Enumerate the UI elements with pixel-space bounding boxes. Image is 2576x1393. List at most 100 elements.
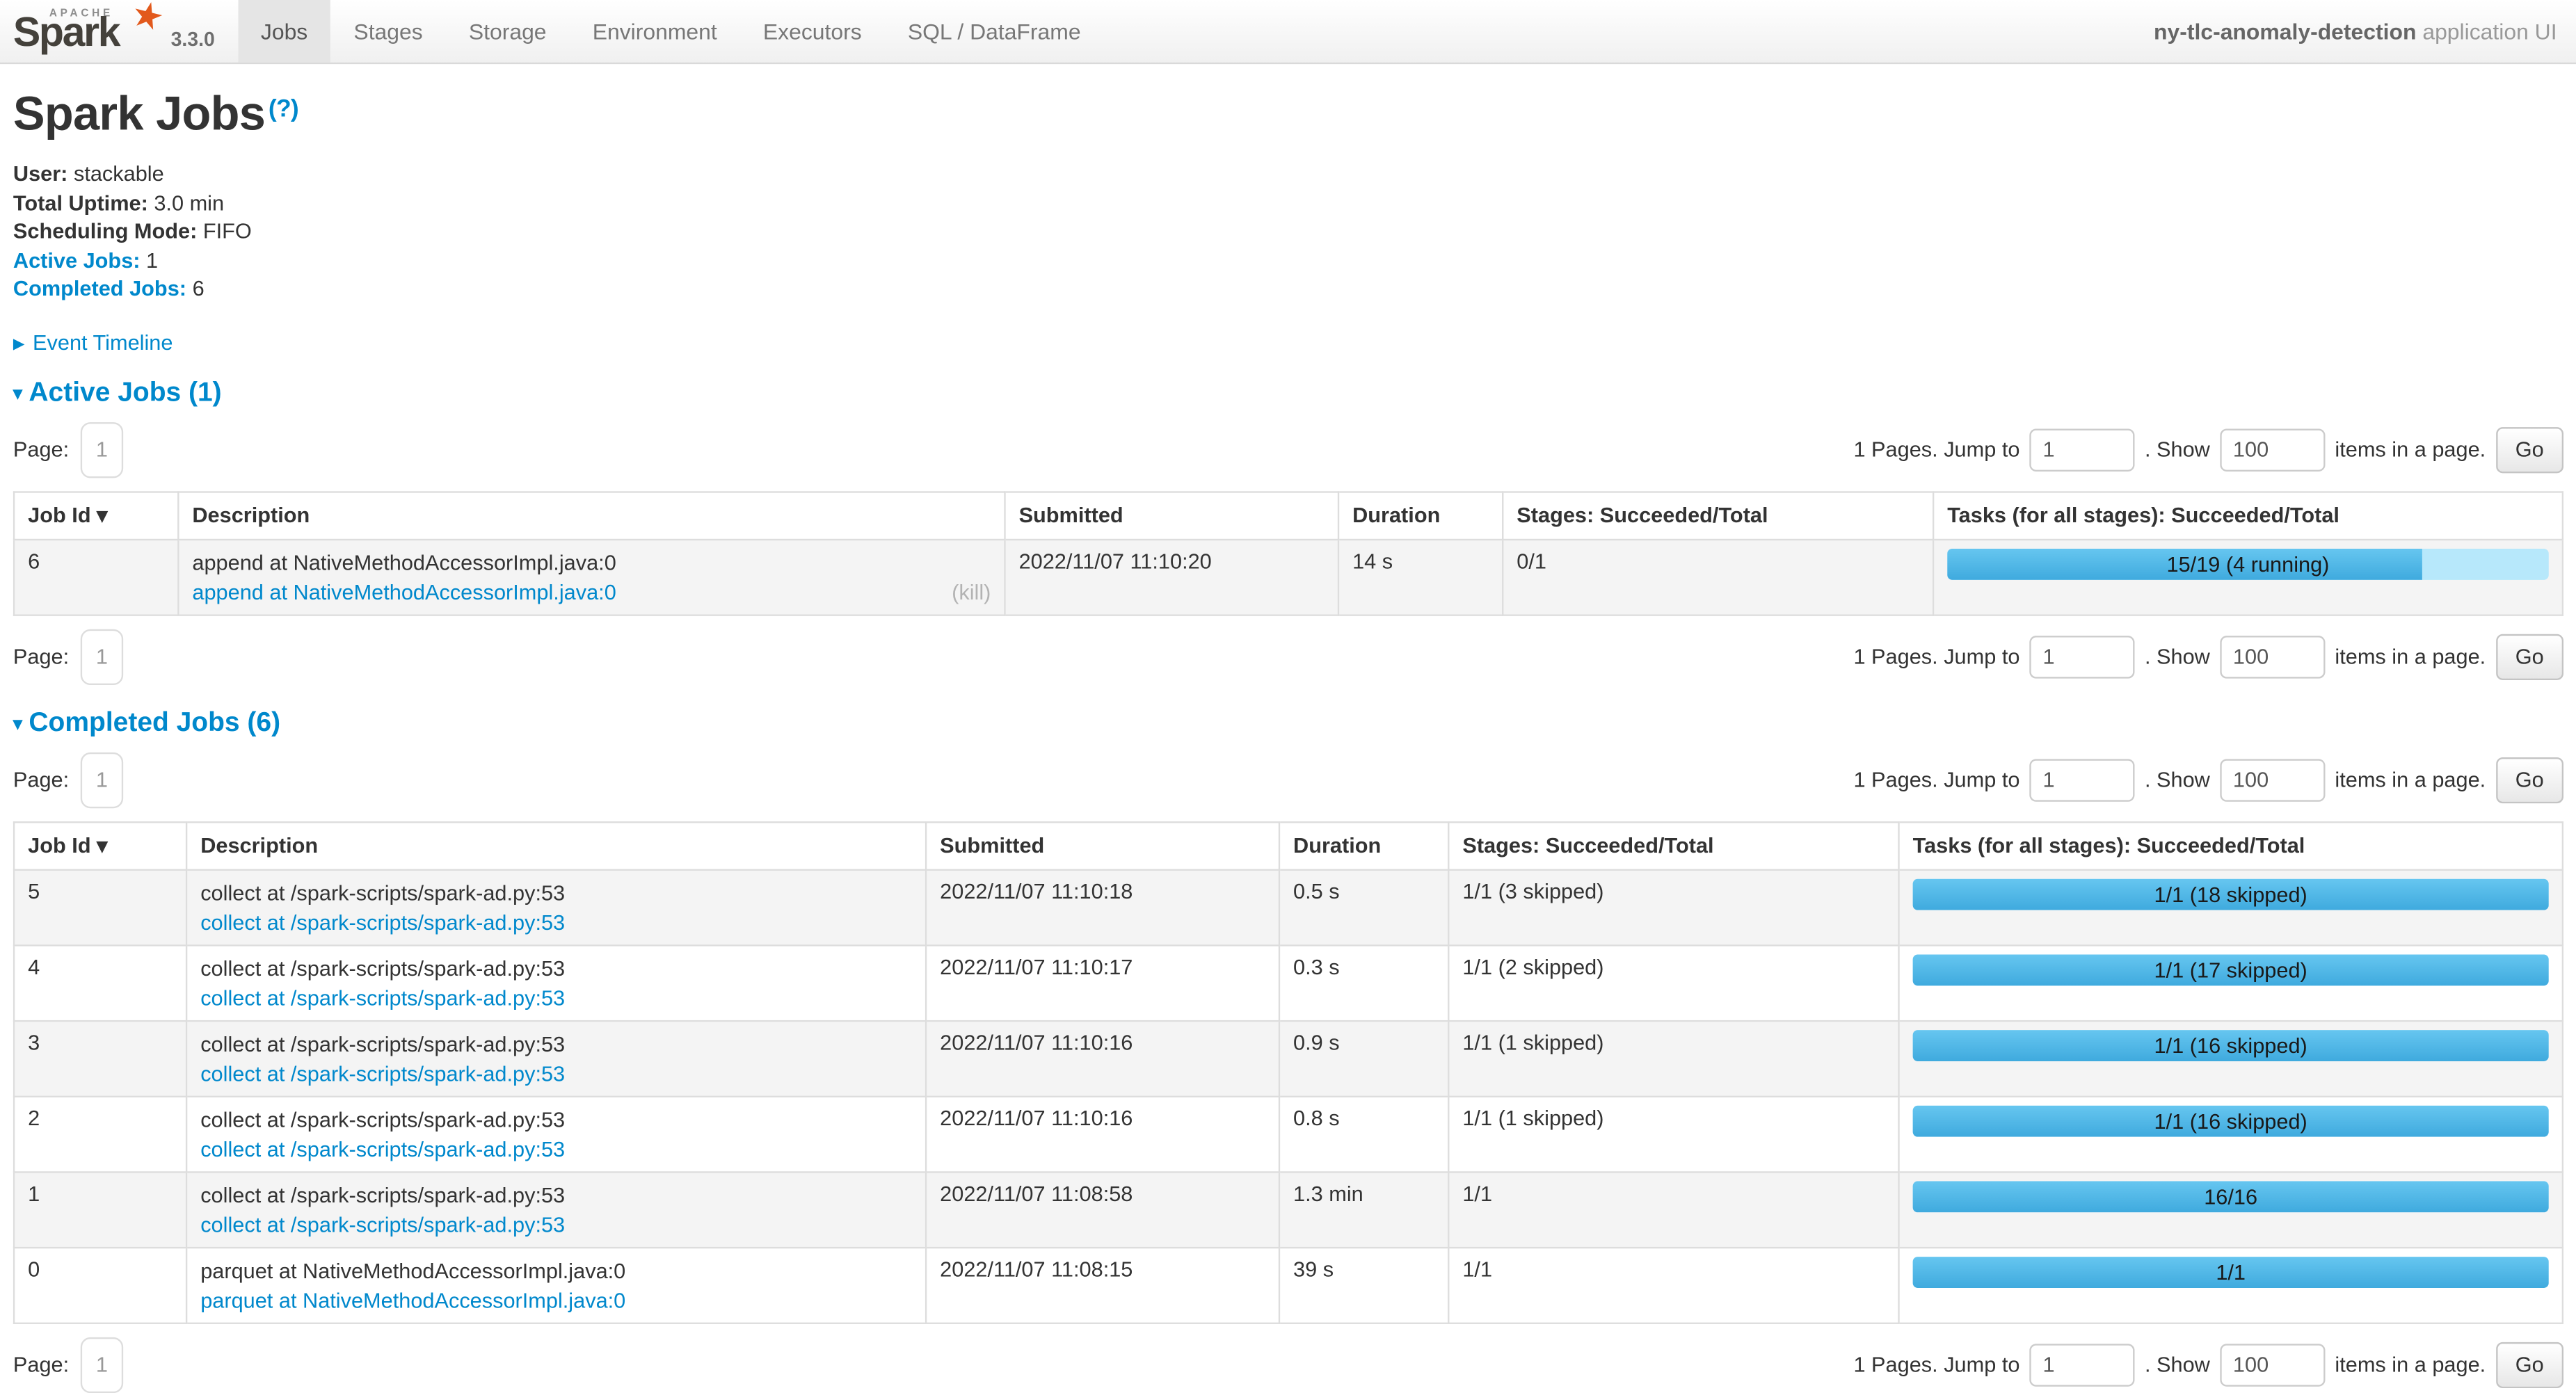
- active-jobs-table: Job Id ▾DescriptionSubmittedDurationStag…: [13, 491, 2563, 616]
- job-description-link[interactable]: parquet at NativeMethodAccessorImpl.java…: [200, 1287, 625, 1314]
- progress-label: 1/1: [1913, 1257, 2549, 1288]
- job-description-text: collect at /spark-scripts/spark-ad.py:53: [200, 954, 912, 982]
- column-header-5[interactable]: Tasks (for all stages): Succeeded/Total: [1933, 492, 2563, 540]
- duration-cell: 0.9 s: [1279, 1021, 1448, 1097]
- job-description-links: collect at /spark-scripts/spark-ad.py:53: [200, 984, 912, 1012]
- pages-count-label: 1 Pages. Jump to: [1853, 645, 2019, 669]
- progress-label: 16/16: [1913, 1181, 2549, 1212]
- summary-item: User: stackable: [13, 159, 2563, 188]
- go-button[interactable]: Go: [2495, 427, 2563, 473]
- task-progress-bar: 1/1 (16 skipped): [1913, 1106, 2549, 1137]
- column-header-2[interactable]: Submitted: [926, 822, 1279, 870]
- pager-controls: 1 Pages. Jump to . Show items in a page.…: [1853, 427, 2563, 473]
- items-per-page-input[interactable]: [2220, 759, 2325, 801]
- go-button[interactable]: Go: [2495, 634, 2563, 680]
- page-number-box[interactable]: 1: [81, 422, 123, 478]
- column-header-5[interactable]: Tasks (for all stages): Succeeded/Total: [1899, 822, 2563, 870]
- column-header-3[interactable]: Duration: [1338, 492, 1503, 540]
- column-header-0[interactable]: Job Id ▾: [14, 822, 186, 870]
- page-number-box[interactable]: 1: [81, 752, 123, 808]
- task-progress-bar: 1/1: [1913, 1257, 2549, 1288]
- job-description-link[interactable]: collect at /spark-scripts/spark-ad.py:53: [200, 984, 565, 1012]
- application-title: ny-tlc-anomaly-detection application UI: [2154, 0, 2576, 63]
- pager-left: Page: 1: [13, 752, 123, 808]
- job-description-link[interactable]: append at NativeMethodAccessorImpl.java:…: [192, 578, 616, 606]
- jump-to-page-input[interactable]: [2030, 1344, 2135, 1386]
- column-header-1[interactable]: Description: [178, 492, 1005, 540]
- stages-cell: 1/1: [1448, 1172, 1898, 1248]
- summary-list: User: stackableTotal Uptime: 3.0 minSche…: [13, 159, 2563, 304]
- column-header-2[interactable]: Submitted: [1005, 492, 1338, 540]
- column-header-3[interactable]: Duration: [1279, 822, 1448, 870]
- table-row: 6append at NativeMethodAccessorImpl.java…: [14, 540, 2563, 615]
- job-description-link[interactable]: collect at /spark-scripts/spark-ad.py:53: [200, 1211, 565, 1239]
- pager-controls: 1 Pages. Jump to . Show items in a page.…: [1853, 634, 2563, 680]
- progress-label: 1/1 (16 skipped): [1913, 1030, 2549, 1061]
- tasks-cell: 1/1 (17 skipped): [1899, 945, 2563, 1021]
- job-id-cell: 3: [14, 1021, 186, 1097]
- summary-label[interactable]: Completed Jobs:: [13, 277, 186, 301]
- column-header-1[interactable]: Description: [186, 822, 926, 870]
- job-description-link[interactable]: collect at /spark-scripts/spark-ad.py:53: [200, 1135, 565, 1163]
- tasks-cell: 1/1: [1899, 1248, 2563, 1323]
- help-link[interactable]: (?): [269, 95, 298, 123]
- column-header-0[interactable]: Job Id ▾: [14, 492, 178, 540]
- page-number-box[interactable]: 1: [81, 1337, 123, 1393]
- submitted-cell: 2022/11/07 11:10:16: [926, 1021, 1279, 1097]
- tab-jobs[interactable]: Jobs: [238, 0, 331, 63]
- jump-to-page-input[interactable]: [2030, 636, 2135, 678]
- spark-logo[interactable]: APACHE Spark ★ 3.3.0: [0, 0, 225, 63]
- job-id-cell: 1: [14, 1172, 186, 1248]
- job-description-links: collect at /spark-scripts/spark-ad.py:53: [200, 1135, 912, 1163]
- tab-executors[interactable]: Executors: [740, 0, 885, 63]
- kill-link[interactable]: (kill): [952, 578, 991, 606]
- show-label: . Show: [2145, 645, 2210, 669]
- event-timeline-toggle[interactable]: ▶Event Timeline: [13, 330, 2563, 355]
- go-button[interactable]: Go: [2495, 757, 2563, 803]
- active-jobs-section-header[interactable]: ▾Active Jobs (1): [13, 378, 2563, 409]
- summary-value: stackable: [67, 161, 163, 185]
- page-label: Page:: [13, 645, 69, 669]
- task-progress-bar: 15/19 (4 running): [1947, 549, 2549, 580]
- duration-cell: 14 s: [1338, 540, 1503, 615]
- active-jobs-pager-top: Page: 1 1 Pages. Jump to . Show items in…: [13, 422, 2563, 478]
- column-header-4[interactable]: Stages: Succeeded/Total: [1503, 492, 1933, 540]
- job-id-cell: 0: [14, 1248, 186, 1323]
- completed-jobs-section-header[interactable]: ▾Completed Jobs (6): [13, 708, 2563, 739]
- items-per-page-input[interactable]: [2220, 428, 2325, 471]
- duration-cell: 0.3 s: [1279, 945, 1448, 1021]
- job-description-link[interactable]: collect at /spark-scripts/spark-ad.py:53: [200, 1060, 565, 1088]
- tab-stages[interactable]: Stages: [330, 0, 445, 63]
- job-id-cell: 2: [14, 1097, 186, 1173]
- task-progress-bar: 16/16: [1913, 1181, 2549, 1212]
- completed-jobs-header-label: Completed Jobs (6): [29, 708, 280, 738]
- job-description-links: parquet at NativeMethodAccessorImpl.java…: [200, 1287, 912, 1314]
- job-description-text: parquet at NativeMethodAccessorImpl.java…: [200, 1257, 912, 1285]
- tasks-cell: 1/1 (16 skipped): [1899, 1021, 2563, 1097]
- job-description-link[interactable]: collect at /spark-scripts/spark-ad.py:53: [200, 908, 565, 936]
- chevron-right-icon: ▶: [13, 335, 24, 352]
- job-description-cell: collect at /spark-scripts/spark-ad.py:53…: [186, 1097, 926, 1173]
- submitted-cell: 2022/11/07 11:10:17: [926, 945, 1279, 1021]
- pager-left: Page: 1: [13, 1337, 123, 1393]
- go-button[interactable]: Go: [2495, 1342, 2563, 1388]
- items-in-page-label: items in a page.: [2335, 768, 2486, 792]
- items-per-page-input[interactable]: [2220, 1344, 2325, 1386]
- spark-ui-page: APACHE Spark ★ 3.3.0 JobsStagesStorageEn…: [0, 0, 2576, 1348]
- jump-to-page-input[interactable]: [2030, 428, 2135, 471]
- submitted-cell: 2022/11/07 11:10:18: [926, 870, 1279, 946]
- summary-label[interactable]: Active Jobs:: [13, 248, 141, 272]
- pager-row: Page: 1 1 Pages. Jump to . Show items in…: [13, 629, 2563, 685]
- page-number-box[interactable]: 1: [81, 629, 123, 685]
- stages-cell: 1/1: [1448, 1248, 1898, 1323]
- tab-storage[interactable]: Storage: [446, 0, 570, 63]
- job-description-cell: collect at /spark-scripts/spark-ad.py:53…: [186, 945, 926, 1021]
- navbar: APACHE Spark ★ 3.3.0 JobsStagesStorageEn…: [0, 0, 2576, 64]
- items-per-page-input[interactable]: [2220, 636, 2325, 678]
- tab-environment[interactable]: Environment: [570, 0, 740, 63]
- tab-sql-dataframe[interactable]: SQL / DataFrame: [885, 0, 1104, 63]
- column-header-4[interactable]: Stages: Succeeded/Total: [1448, 822, 1898, 870]
- jump-to-page-input[interactable]: [2030, 759, 2135, 801]
- table-row: 5collect at /spark-scripts/spark-ad.py:5…: [14, 870, 2563, 946]
- pages-count-label: 1 Pages. Jump to: [1853, 768, 2019, 792]
